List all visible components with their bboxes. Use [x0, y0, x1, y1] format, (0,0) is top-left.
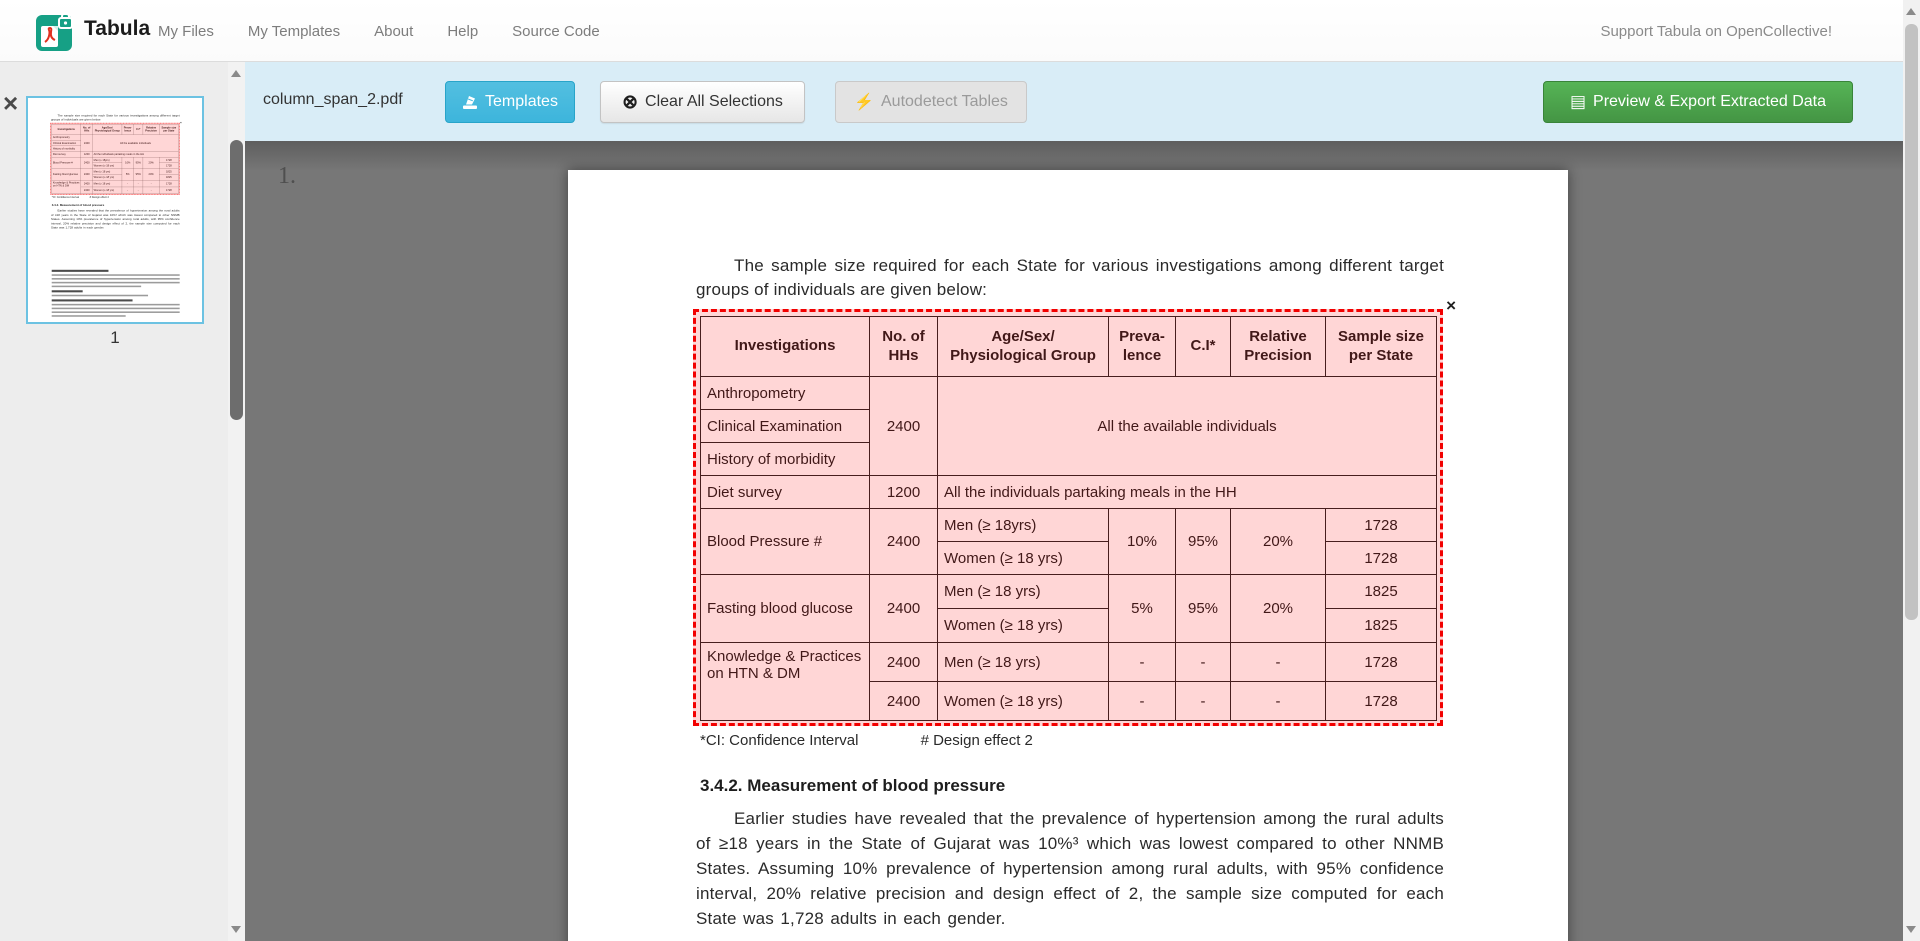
thumbnail-sidebar: × The sample size required for each Stat…	[0, 62, 245, 941]
main-scroll-down-icon[interactable]	[1906, 926, 1916, 933]
export-button-label: Preview & Export Extracted Data	[1593, 93, 1826, 111]
templates-button-label: Templates	[485, 93, 558, 111]
main-nav: My Files My Templates About Help Source …	[158, 0, 600, 62]
nav-item-my-templates[interactable]: My Templates	[248, 23, 340, 40]
thumb-filler-footer	[52, 323, 180, 324]
nav-item-my-files[interactable]: My Files	[158, 23, 214, 40]
sidebar-scroll-thumb[interactable]	[230, 140, 243, 420]
page-thumbnail-render: The sample size required for each State …	[29, 99, 201, 320]
document-intro-text: The sample size required for each State …	[51, 113, 180, 121]
thumb-filler-heading	[52, 270, 109, 272]
footnote-design-effect: # Design effect 2	[90, 196, 109, 199]
table-icon: ▤	[1570, 92, 1586, 112]
nav-item-help[interactable]: Help	[447, 23, 478, 40]
templates-button[interactable]: Templates	[445, 81, 575, 123]
workspace: 1. The sample size required for each Sta…	[245, 141, 1903, 941]
section-heading: 3.4.2. Measurement of blood pressure	[52, 203, 104, 206]
autodetect-tables-button[interactable]: ⚡ Autodetect Tables	[835, 81, 1027, 123]
table-selection-box: ×	[51, 123, 180, 195]
pdf-page-content: The sample size required for each State …	[568, 170, 1568, 941]
thumb-filler-bar	[52, 323, 64, 324]
thumb-filler-line	[52, 278, 180, 280]
preview-export-button[interactable]: ▤ Preview & Export Extracted Data	[1543, 81, 1853, 123]
clear-all-selections-button[interactable]: ⊗ Clear All Selections	[600, 81, 805, 123]
document-intro-text: The sample size required for each State …	[696, 254, 1444, 302]
thumb-filler-line	[52, 282, 180, 284]
sidebar-scroll-up-icon[interactable]	[231, 70, 241, 77]
thumb-filler-line	[52, 315, 126, 317]
templates-icon	[462, 94, 478, 110]
sidebar-scrollbar[interactable]	[228, 62, 245, 941]
thumbnail-page-number: 1	[26, 328, 204, 348]
thumb-filler-heading	[52, 299, 133, 301]
top-navbar: Tabula My Files My Templates About Help …	[0, 0, 1920, 62]
support-link[interactable]: Support Tabula on OpenCollective!	[1600, 0, 1832, 62]
thumb-filler-line	[52, 308, 180, 310]
page-marker-label: 1.	[278, 163, 296, 190]
thumb-filler-line	[52, 304, 180, 306]
thumb-filler-line	[52, 274, 180, 276]
nav-item-about[interactable]: About	[374, 23, 413, 40]
circle-x-icon: ⊗	[622, 91, 638, 114]
section-heading: 3.4.2. Measurement of blood pressure	[700, 776, 1005, 796]
main-scroll-up-icon[interactable]	[1906, 8, 1916, 15]
sidebar-scroll-down-icon[interactable]	[231, 926, 241, 933]
main-scroll-thumb[interactable]	[1905, 24, 1918, 620]
selection-close-icon: ×	[180, 121, 182, 123]
below-fold-placeholder	[52, 267, 180, 324]
page-thumbnail[interactable]: The sample size required for each State …	[26, 96, 204, 324]
section-paragraph: Earlier studies have revealed that the p…	[51, 208, 180, 230]
nav-item-source-code[interactable]: Source Code	[512, 23, 600, 40]
open-filename: column_span_2.pdf	[263, 91, 403, 109]
table-selection-box[interactable]: ×	[693, 309, 1443, 726]
lightning-icon: ⚡	[854, 92, 874, 112]
footnote-ci: *CI: Confidence Interval	[52, 196, 79, 199]
thumb-filler-bar	[147, 323, 180, 324]
autodetect-button-label: Autodetect Tables	[881, 93, 1008, 111]
main-scrollbar[interactable]	[1903, 0, 1920, 941]
pdf-page-content: The sample size required for each State …	[29, 99, 201, 320]
footnote-design-effect: # Design effect 2	[921, 732, 1033, 749]
thumb-filler-line	[52, 295, 148, 297]
pdf-page[interactable]: The sample size required for each State …	[568, 170, 1568, 941]
thumb-filler-bar	[114, 323, 117, 324]
tabula-logo-icon[interactable]	[36, 11, 76, 51]
document-toolbar: column_span_2.pdf Templates ⊗ Clear All …	[245, 62, 1903, 141]
brand-title[interactable]: Tabula	[84, 17, 150, 41]
section-paragraph: Earlier studies have revealed that the p…	[696, 806, 1444, 931]
table-footnote: *CI: Confidence Interval # Design effect…	[52, 196, 109, 199]
thumb-filler-line	[52, 311, 180, 313]
thumb-filler-heading	[52, 290, 83, 292]
selection-close-icon[interactable]: ×	[1446, 299, 1456, 313]
clear-button-label: Clear All Selections	[645, 93, 783, 111]
remove-file-icon[interactable]: ×	[3, 92, 18, 114]
table-footnote: *CI: Confidence Interval # Design effect…	[700, 732, 1033, 749]
thumb-filler-line	[52, 286, 141, 288]
footnote-ci: *CI: Confidence Interval	[700, 732, 858, 749]
